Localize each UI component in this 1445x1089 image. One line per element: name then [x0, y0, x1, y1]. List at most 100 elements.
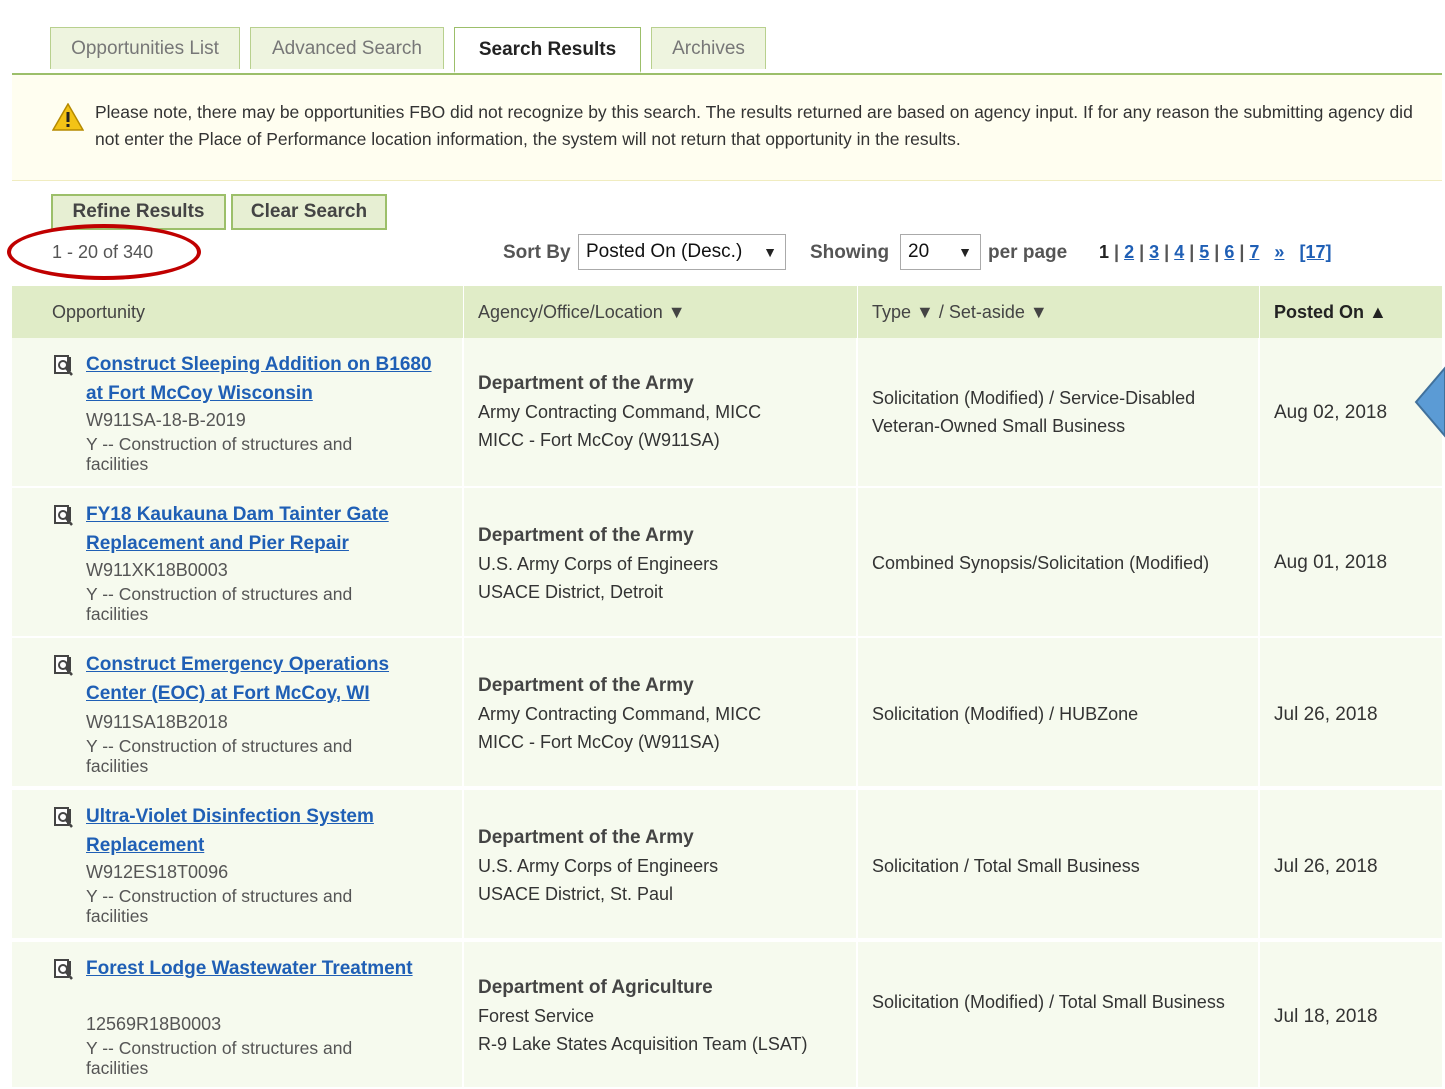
tab-archives[interactable]: Archives	[651, 27, 766, 69]
opportunity-link[interactable]: Ultra-Violet Disinfection System Replace…	[86, 802, 436, 860]
agency-cell: Department of the Army U.S. Army Corps o…	[464, 488, 858, 636]
type-cell: Solicitation (Modified) / Service-Disabl…	[858, 338, 1260, 486]
agency-department: Department of the Army	[478, 675, 694, 696]
agency-department: Department of Agriculture	[478, 977, 713, 998]
table-row: Forest Lodge Wastewater Treatment 12569R…	[12, 942, 1442, 1089]
opportunity-cell: Ultra-Violet Disinfection System Replace…	[12, 790, 464, 938]
clear-search-button[interactable]: Clear Search	[231, 194, 387, 230]
table-row: FY18 Kaukauna Dam Tainter Gate Replaceme…	[12, 488, 1442, 638]
results-table-header: Opportunity Agency/Office/Location ▼ Typ…	[12, 286, 1442, 338]
solicitation-number: W911XK18B0003	[86, 560, 228, 580]
page-link-3[interactable]: 3	[1149, 242, 1159, 262]
tab-bar: Opportunities List Advanced Search Searc…	[12, 27, 1442, 75]
posted-date: Jul 26, 2018	[1274, 704, 1378, 725]
type-cell: Solicitation / Total Small Business	[858, 790, 1260, 938]
posted-date: Aug 02, 2018	[1274, 402, 1388, 423]
column-posted-on-sort[interactable]: Posted On ▲	[1260, 286, 1442, 338]
last-page-link[interactable]: [17]	[1299, 242, 1331, 262]
opportunity-cell: Forest Lodge Wastewater Treatment 12569R…	[12, 942, 464, 1087]
document-search-icon	[54, 655, 73, 676]
warning-icon	[52, 103, 84, 131]
sort-by-select[interactable]: Posted On (Desc.) ▼	[578, 234, 786, 270]
agency-office: Forest Service	[478, 1006, 595, 1026]
type-cell: Solicitation (Modified) / HUBZone	[858, 638, 1260, 786]
type-setaside: Solicitation (Modified) / Total Small Bu…	[872, 992, 1225, 1012]
table-row: Construct Emergency Operations Center (E…	[12, 638, 1442, 788]
pagination: 1 | 2 | 3 | 4 | 5 | 6 | 7 » [17]	[1099, 242, 1332, 262]
current-page: 1	[1099, 242, 1110, 262]
classification-code: Y -- Construction of structures and faci…	[86, 736, 353, 776]
agency-department: Department of the Army	[478, 525, 694, 546]
solicitation-number: W912ES18T0096	[86, 862, 229, 882]
opportunity-link[interactable]: Forest Lodge Wastewater Treatment	[86, 954, 436, 983]
chevron-down-icon: ▼	[958, 244, 972, 260]
table-row: Construct Sleeping Addition on B1680 at …	[12, 338, 1442, 488]
agency-department: Department of the Army	[478, 827, 694, 848]
next-page-link[interactable]: »	[1274, 242, 1284, 262]
per-page-select[interactable]: 20 ▼	[900, 234, 981, 270]
agency-cell: Department of the Army Army Contracting …	[464, 638, 858, 786]
agency-location: R-9 Lake States Acquisition Team (LSAT)	[478, 1034, 808, 1054]
type-setaside: Solicitation (Modified) / HUBZone	[872, 704, 1139, 724]
document-search-icon	[54, 355, 73, 376]
agency-location: USACE District, Detroit	[478, 582, 664, 602]
agency-location: MICC - Fort McCoy (W911SA)	[478, 430, 720, 450]
opportunity-link[interactable]: Construct Emergency Operations Center (E…	[86, 650, 436, 708]
classification-code: Y -- Construction of structures and faci…	[86, 584, 353, 624]
page-link-6[interactable]: 6	[1224, 242, 1234, 262]
opportunity-cell: Construct Sleeping Addition on B1680 at …	[12, 338, 464, 486]
tab-opportunities-list[interactable]: Opportunities List	[50, 27, 240, 69]
classification-code: Y -- Construction of structures and faci…	[86, 1038, 353, 1078]
agency-cell: Department of the Army Army Contracting …	[464, 338, 858, 486]
column-agency-sort[interactable]: Agency/Office/Location ▼	[464, 286, 858, 338]
posted-cell: Jul 26, 2018	[1260, 790, 1442, 938]
opportunity-link[interactable]: FY18 Kaukauna Dam Tainter Gate Replaceme…	[86, 500, 436, 558]
column-opportunity: Opportunity	[12, 286, 464, 338]
posted-date: Jul 18, 2018	[1274, 1006, 1378, 1027]
column-type-sort[interactable]: Type ▼ / Set-aside ▼	[858, 286, 1260, 338]
document-search-icon	[54, 959, 73, 980]
type-setaside: Solicitation (Modified) / Service-Disabl…	[872, 388, 1196, 436]
type-setaside: Solicitation / Total Small Business	[872, 856, 1140, 876]
solicitation-number: W911SA-18-B-2019	[86, 410, 246, 430]
tab-search-results[interactable]: Search Results	[454, 27, 641, 73]
classification-code: Y -- Construction of structures and faci…	[86, 886, 353, 926]
posted-date: Aug 01, 2018	[1274, 552, 1388, 573]
highlight-circle	[7, 224, 201, 280]
posted-date: Jul 26, 2018	[1274, 856, 1378, 877]
page-link-5[interactable]: 5	[1199, 242, 1209, 262]
agency-cell: Department of Agriculture Forest Service…	[464, 942, 858, 1087]
table-row: Ultra-Violet Disinfection System Replace…	[12, 790, 1442, 940]
search-notice: Please note, there may be opportunities …	[12, 75, 1442, 181]
sort-by-value: Posted On (Desc.)	[586, 241, 743, 262]
opportunity-cell: FY18 Kaukauna Dam Tainter Gate Replaceme…	[12, 488, 464, 636]
agency-location: MICC - Fort McCoy (W911SA)	[478, 732, 720, 752]
opportunity-cell: Construct Emergency Operations Center (E…	[12, 638, 464, 786]
page-link-7[interactable]: 7	[1249, 242, 1259, 262]
classification-code: Y -- Construction of structures and faci…	[86, 434, 353, 474]
type-setaside: Combined Synopsis/Solicitation (Modified…	[872, 553, 1210, 573]
agency-location: USACE District, St. Paul	[478, 884, 674, 904]
notice-text: Please note, there may be opportunities …	[95, 102, 1413, 149]
type-cell: Combined Synopsis/Solicitation (Modified…	[858, 488, 1260, 636]
page-link-4[interactable]: 4	[1174, 242, 1184, 262]
posted-cell: Jul 26, 2018	[1260, 638, 1442, 786]
per-page-label: per page	[988, 242, 1068, 263]
posted-cell: Jul 18, 2018	[1260, 942, 1442, 1087]
page-link-2[interactable]: 2	[1124, 242, 1134, 262]
tab-advanced-search[interactable]: Advanced Search	[250, 27, 444, 69]
agency-office: Army Contracting Command, MICC	[478, 704, 762, 724]
pointer-arrow-icon	[1414, 366, 1445, 438]
document-search-icon	[54, 505, 73, 526]
per-page-value: 20	[908, 241, 930, 262]
showing-label: Showing	[810, 242, 890, 263]
chevron-down-icon: ▼	[763, 244, 777, 260]
solicitation-number: 12569R18B0003	[86, 1014, 222, 1034]
posted-cell: Aug 01, 2018	[1260, 488, 1442, 636]
agency-office: U.S. Army Corps of Engineers	[478, 856, 719, 876]
sort-by-label: Sort By	[503, 242, 571, 263]
opportunity-link[interactable]: Construct Sleeping Addition on B1680 at …	[86, 350, 436, 408]
solicitation-number: W911SA18B2018	[86, 712, 228, 732]
agency-office: Army Contracting Command, MICC	[478, 402, 762, 422]
type-cell: Solicitation (Modified) / Total Small Bu…	[858, 942, 1260, 1087]
